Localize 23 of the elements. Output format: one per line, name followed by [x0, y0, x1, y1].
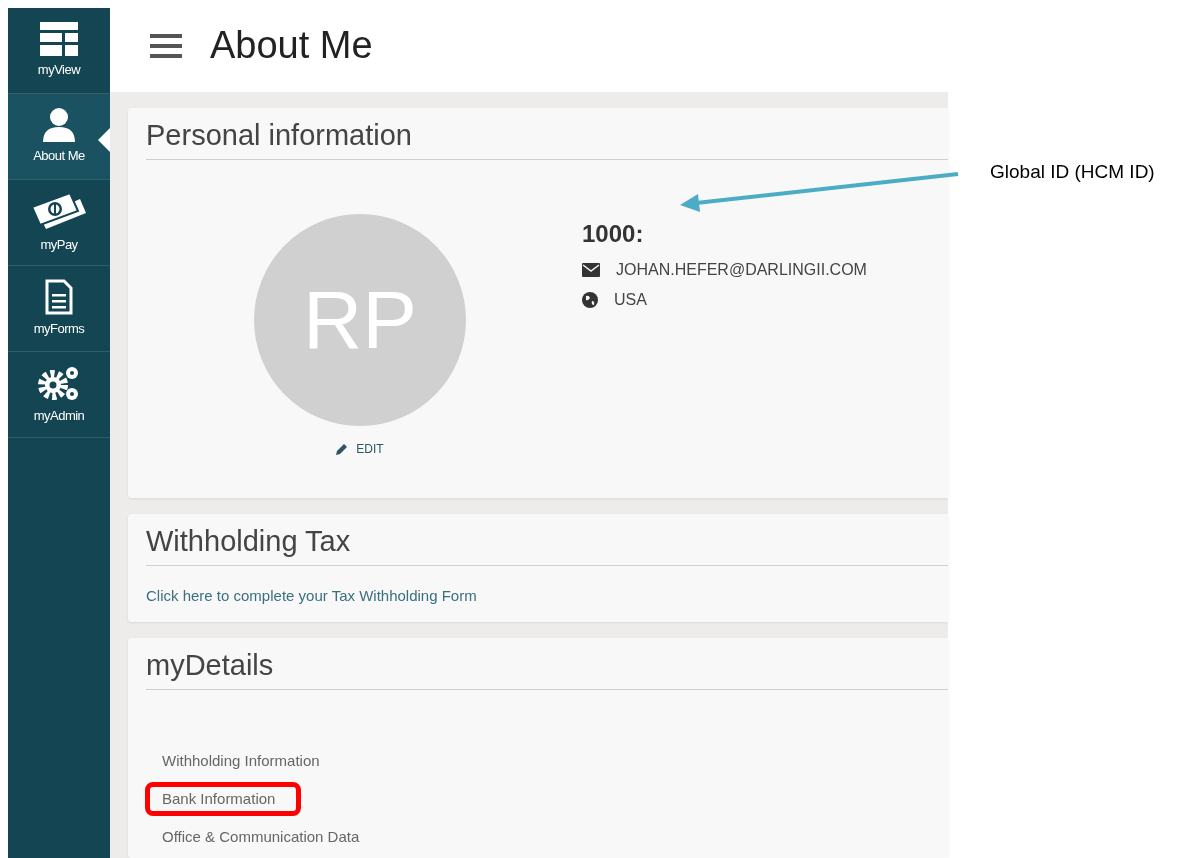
details-link[interactable]: Office & Communication Data	[145, 819, 360, 854]
edit-link[interactable]: EDIT	[336, 439, 384, 458]
card-title: myDetails	[146, 648, 948, 690]
card-title: Withholding Tax	[146, 524, 948, 566]
person-icon	[43, 107, 75, 142]
sidebar-item[interactable]: myPay	[8, 180, 110, 266]
global-id: 1000:	[582, 218, 645, 249]
envelope-icon	[582, 262, 600, 277]
country-text: USA	[614, 289, 647, 310]
page-title: About Me	[210, 23, 373, 69]
callout-text: Global ID (HCM ID)	[990, 160, 1155, 184]
document-icon	[45, 278, 73, 315]
grid-icon	[40, 21, 78, 56]
card-title: Personal information	[146, 118, 948, 160]
menu-icon[interactable]	[150, 33, 182, 59]
details-link[interactable]: Bank Information	[145, 781, 302, 816]
globe-icon	[582, 291, 598, 308]
email-text: JOHAN.HEFER@DARLINGII.COM	[616, 259, 867, 280]
pencil-icon	[336, 442, 349, 455]
details-link[interactable]: Withholding Information	[145, 743, 320, 778]
sidebar-item[interactable]: myAdmin	[8, 352, 110, 438]
sidebar-item[interactable]: About Me	[8, 94, 110, 180]
tax-form-link[interactable]: Click here to complete your Tax Withholding Form	[146, 586, 477, 604]
